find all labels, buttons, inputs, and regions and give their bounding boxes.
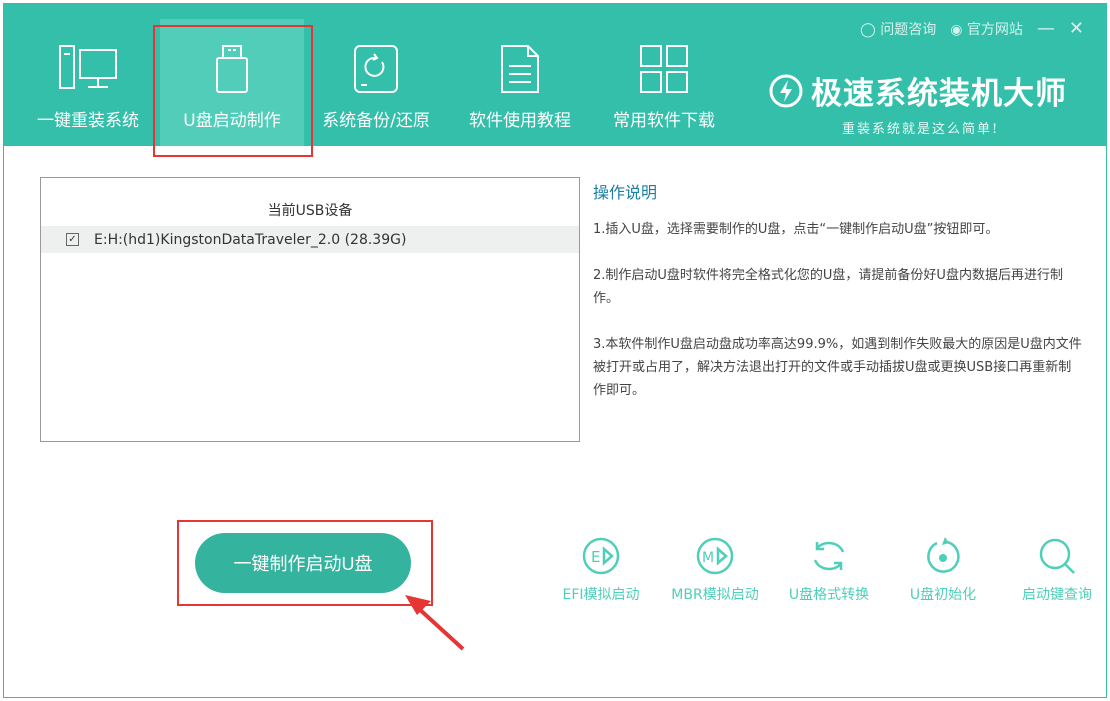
brand-logo: 极速系统装机大师 [769, 68, 1067, 113]
slogan: 重装系统就是这么简单! [842, 122, 1000, 137]
device-list-header: 当前USB设备 [267, 203, 353, 219]
make-boot-usb-button[interactable]: 一键制作启动U盘 [195, 533, 411, 593]
tools-bar: E EFI模拟启动 M MBR模拟启动 U盘格式转换 U盘初始化 启动键查询 [544, 522, 1110, 614]
instruction-item: 1.插入U盘，选择需要制作的U盘，点击“一键制作启动U盘”按钮即可。 [593, 222, 999, 237]
device-label: E:H:(hd1)KingstonDataTraveler_2.0 (28.39… [94, 231, 407, 248]
device-checkbox[interactable]: ✓ [66, 233, 79, 246]
close-button[interactable]: ✕ [1069, 18, 1084, 39]
tab-label: 系统备份/还原 [322, 111, 430, 131]
tab-usb-boot[interactable]: U盘启动制作 [160, 19, 304, 146]
annotation-arrow-icon [405, 595, 465, 651]
usb-device-list: 当前USB设备 ✓ E:H:(hd1)KingstonDataTraveler_… [40, 177, 580, 442]
consult-label: 问题咨询 [880, 21, 937, 38]
tab-tutorial[interactable]: 软件使用教程 [448, 19, 592, 146]
search-icon [1039, 538, 1075, 574]
efi-play-icon: E [582, 537, 620, 575]
tab-label: U盘启动制作 [183, 111, 281, 131]
efi-boot-tool[interactable]: E EFI模拟启动 [544, 522, 658, 614]
mbr-play-icon: M [696, 537, 734, 575]
tool-label: EFI模拟启动 [562, 587, 640, 603]
header: 一键重装系统 U盘启动制作 系统备份/还原 软件使用教程 常用软件下载 ◯ 问题… [4, 4, 1106, 146]
computer-icon [59, 45, 117, 89]
reset-icon [927, 537, 960, 573]
boot-key-query-tool[interactable]: 启动键查询 [1000, 522, 1110, 614]
tab-label: 一键重装系统 [37, 111, 139, 131]
tab-backup-restore[interactable]: 系统备份/还原 [304, 19, 448, 146]
format-convert-tool[interactable]: U盘格式转换 [772, 522, 886, 614]
tool-label: MBR模拟启动 [671, 587, 759, 603]
svg-text:E: E [591, 548, 600, 566]
tool-label: 启动键查询 [1022, 587, 1092, 603]
tab-label: 常用软件下载 [613, 111, 715, 131]
brand-name: 极速系统装机大师 [811, 76, 1067, 112]
disk-restore-icon [354, 45, 398, 93]
usb-init-tool[interactable]: U盘初始化 [886, 522, 1000, 614]
mbr-boot-tool[interactable]: M MBR模拟启动 [658, 522, 772, 614]
instruction-item: 2.制作启动U盘时软件将完全格式化您的U盘，请提前备份好U盘内数据后再进行制作。 [593, 268, 1063, 306]
app-window: 一键重装系统 U盘启动制作 系统备份/还原 软件使用教程 常用软件下载 ◯ 问题… [3, 3, 1107, 698]
tab-label: 软件使用教程 [469, 111, 571, 131]
svg-text:M: M [702, 550, 714, 566]
usb-drive-icon [216, 45, 248, 93]
lightning-icon [769, 74, 803, 107]
instructions-title: 操作说明 [593, 183, 658, 202]
grid-apps-icon [640, 45, 688, 93]
tool-label: U盘初始化 [909, 587, 977, 603]
consult-link[interactable]: ◯ 问题咨询 [860, 19, 936, 39]
tab-reinstall-system[interactable]: 一键重装系统 [16, 19, 160, 146]
minimize-button[interactable]: — [1037, 18, 1055, 39]
document-icon [501, 45, 539, 93]
title-bar-links: ◯ 问题咨询 ◉ 官方网站 — ✕ [860, 18, 1084, 39]
website-link[interactable]: ◉ 官方网站 [950, 19, 1023, 39]
tab-software-download[interactable]: 常用软件下载 [592, 19, 736, 146]
instructions-panel: 操作说明 1.插入U盘，选择需要制作的U盘，点击“一键制作启动U盘”按钮即可。 … [593, 181, 1083, 425]
instruction-item: 3.本软件制作U盘启动盘成功率高达99.9%，如遇到制作失败最大的原因是U盘内文… [593, 337, 1082, 398]
convert-arrows-icon [813, 541, 845, 571]
tool-label: U盘格式转换 [788, 587, 870, 603]
website-label: 官方网站 [966, 21, 1023, 38]
device-row[interactable]: ✓ E:H:(hd1)KingstonDataTraveler_2.0 (28.… [41, 226, 579, 253]
